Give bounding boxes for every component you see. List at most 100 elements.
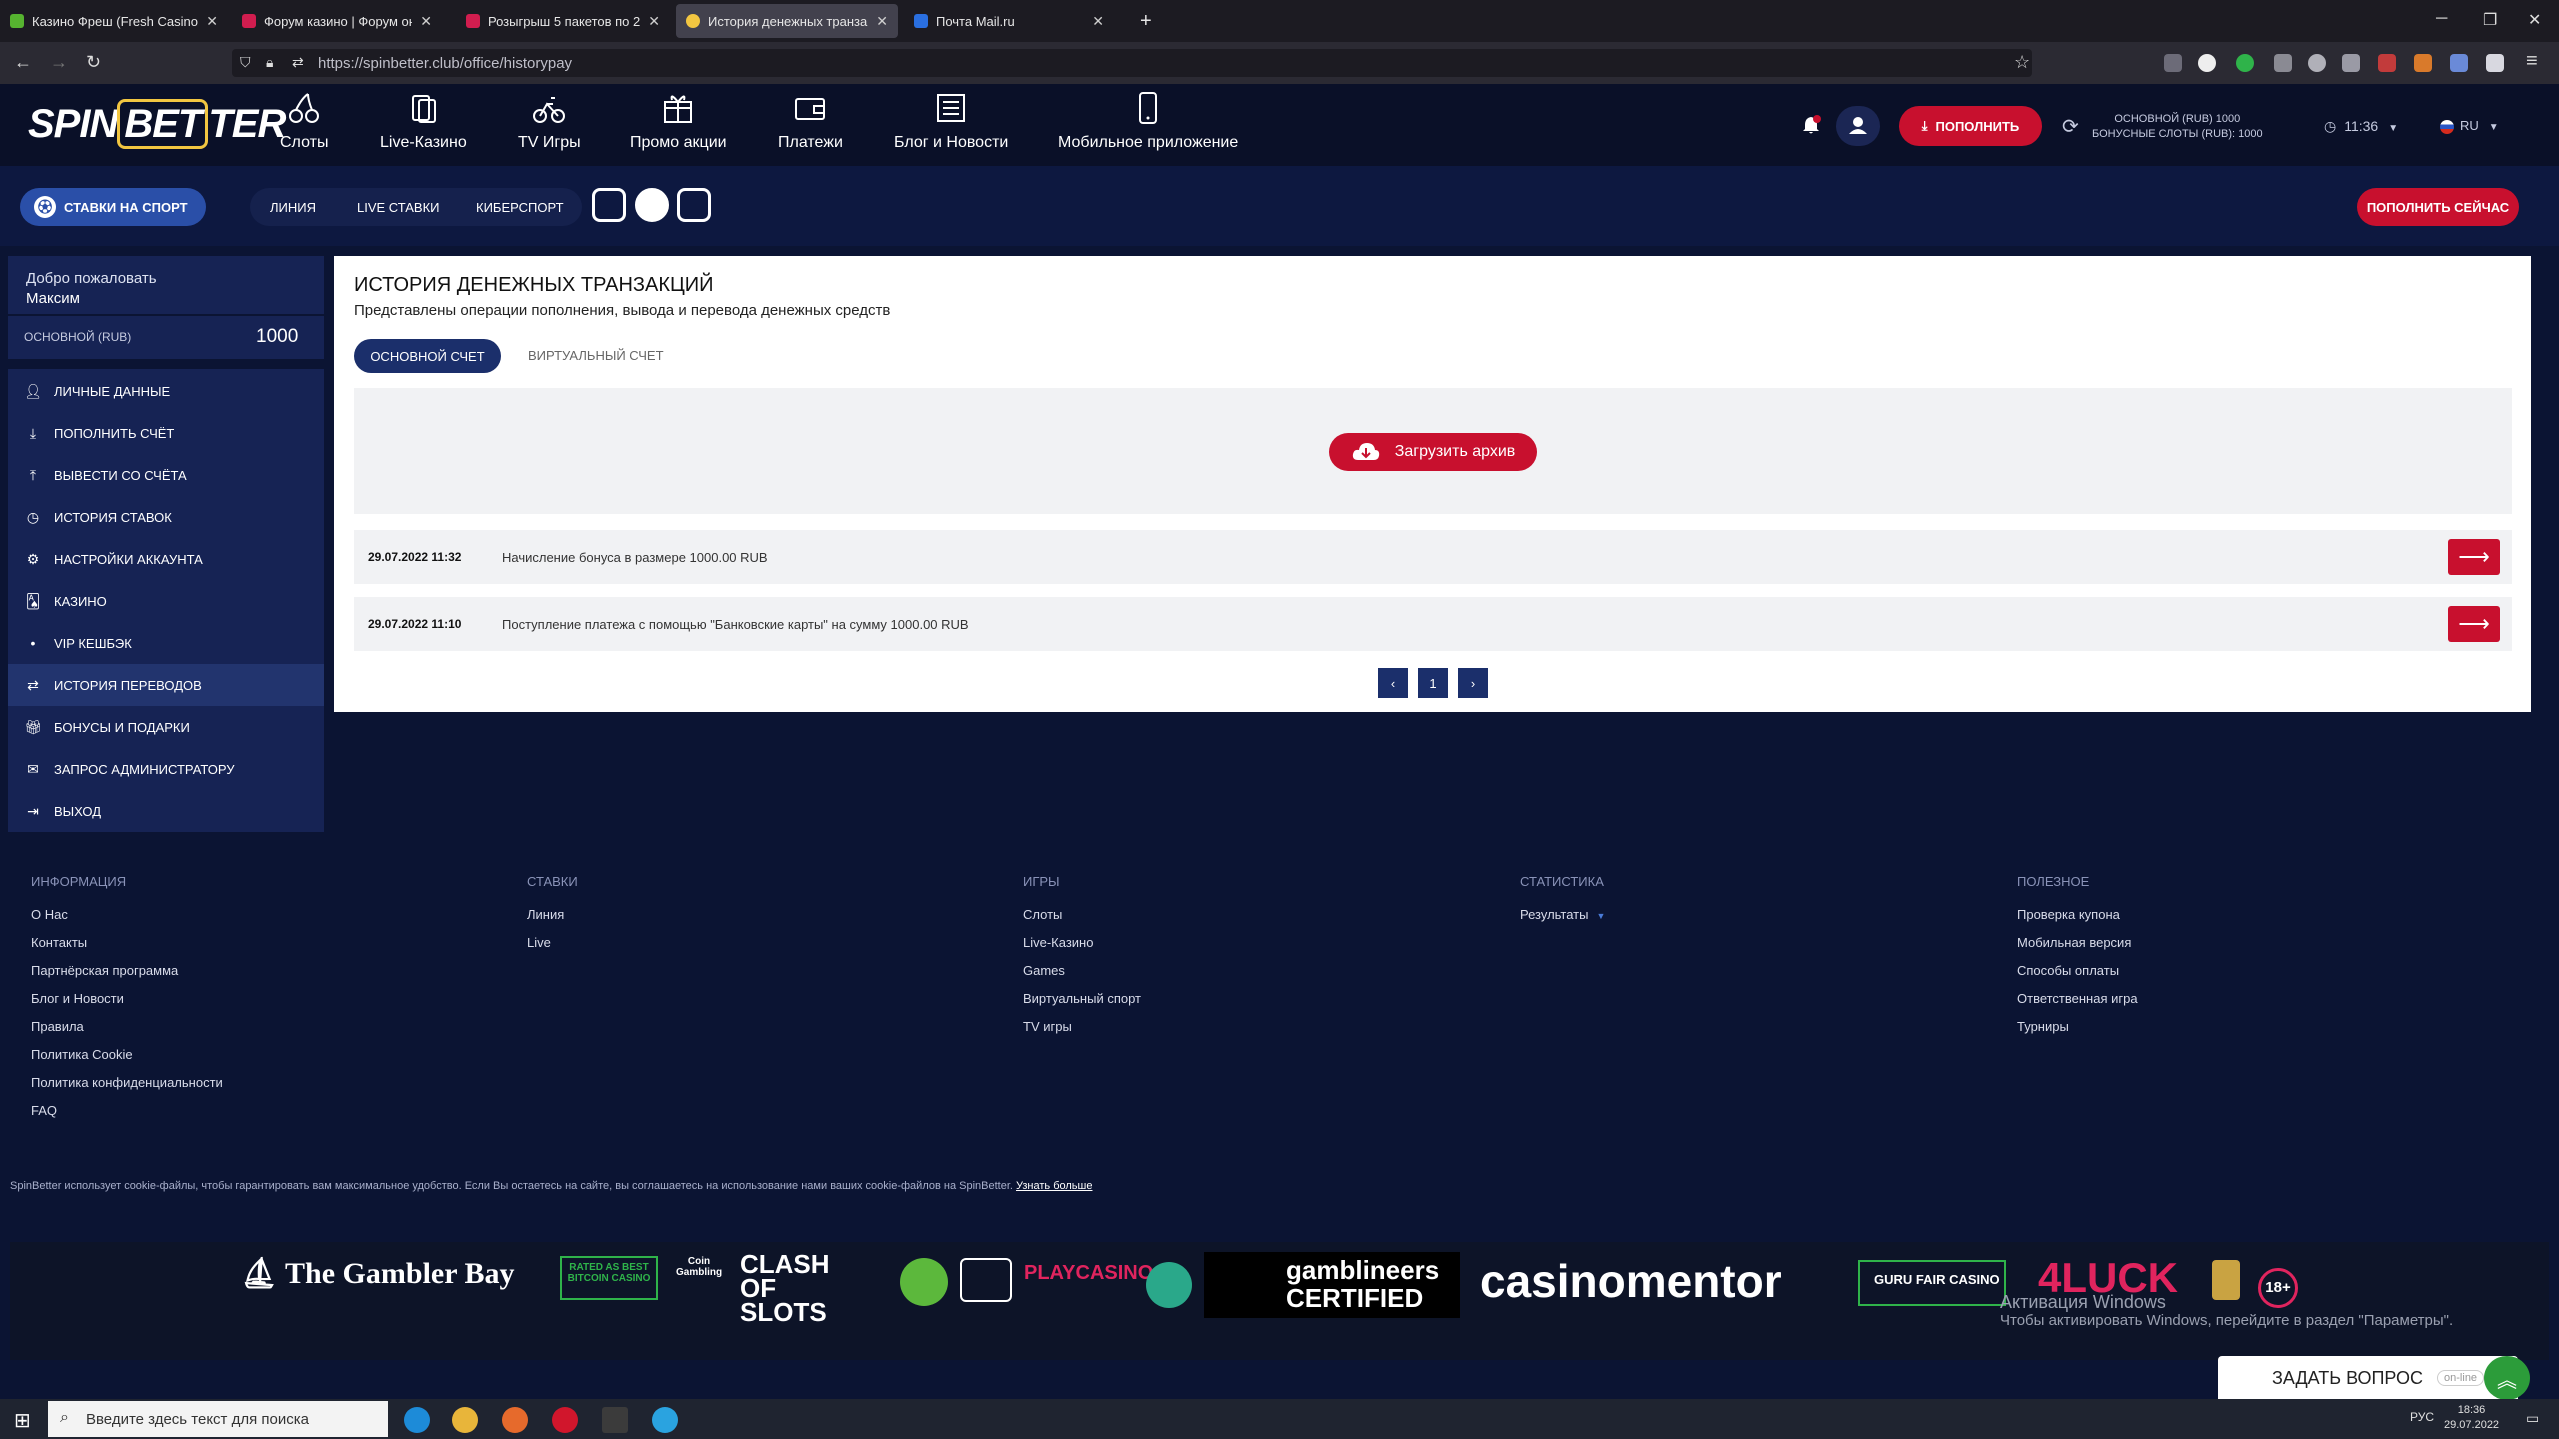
forward-icon[interactable]: → xyxy=(50,52,68,73)
footer-link[interactable]: Live xyxy=(527,935,551,950)
arrow-right-icon[interactable]: ⟶ xyxy=(2448,606,2500,642)
partner-logo-casinomentor[interactable]: casinomentor xyxy=(1480,1254,1782,1308)
chevron-up-icon[interactable]: ︽ xyxy=(2484,1356,2530,1400)
sidebar-item-personal-data[interactable]: 👤︎ ЛИЧНЫЕ ДАННЫЕ xyxy=(8,370,324,412)
partner-logo-casino-guru[interactable]: GURU FAIR CASINO xyxy=(1858,1260,2006,1306)
telegram-icon[interactable] xyxy=(652,1407,678,1433)
browser-tab-active[interactable]: История денежных транзакц ✕ xyxy=(676,4,898,38)
footer-link[interactable]: Слоты xyxy=(1023,907,1062,922)
browser-tab[interactable]: Почта Mail.ru ✕ xyxy=(904,4,1114,38)
close-tab-icon[interactable]: ✕ xyxy=(206,13,218,30)
sidebar-item-vip-cashback[interactable]: • VIP КЕШБЭК xyxy=(8,622,324,664)
pagination-page[interactable]: 1 xyxy=(1418,668,1448,698)
menu-item-slots[interactable]: Слоты xyxy=(280,90,328,152)
partner-logo-playcasino[interactable]: PLAYCASINO xyxy=(1024,1262,1153,1285)
topup-button[interactable]: ⤓ ПОПОЛНИТЬ xyxy=(1899,106,2042,146)
time-display[interactable]: ◷ 11:36 ▼ xyxy=(2324,118,2398,135)
extension-icon[interactable] xyxy=(2308,54,2326,72)
shield-extension-icon[interactable] xyxy=(2486,54,2504,72)
maximize-icon[interactable]: ❐ xyxy=(2483,10,2497,30)
notifications-icon[interactable]: ▭ xyxy=(2526,1410,2539,1427)
link-live-bets[interactable]: LIVE СТАВКИ xyxy=(357,200,440,215)
extension-icon[interactable] xyxy=(2450,54,2468,72)
age-restriction-badge[interactable]: 18+ xyxy=(2258,1268,2298,1308)
sidebar-item-withdraw[interactable]: ⤒ ВЫВЕСТИ СО СЧЁТА xyxy=(8,454,324,496)
refresh-balance-icon[interactable]: ⟳ xyxy=(2062,114,2079,139)
menu-item-blog[interactable]: Блог и Новости xyxy=(894,90,1008,152)
permissions-icon[interactable]: ⇄ xyxy=(292,54,304,71)
footer-link[interactable]: Мобильная версия xyxy=(2017,935,2131,950)
browser-tab[interactable]: Форум казино | Форум онлайн ✕ xyxy=(232,4,442,38)
extension-icon[interactable] xyxy=(2236,54,2254,72)
footer-link[interactable]: Партнёрская программа xyxy=(31,963,178,978)
reload-icon[interactable]: ↻ xyxy=(86,52,101,73)
url-text[interactable]: https://spinbetter.club/office/historypa… xyxy=(318,55,572,72)
bell-icon[interactable] xyxy=(1800,114,1822,136)
extension-icon[interactable] xyxy=(2378,54,2396,72)
menu-item-payments[interactable]: Платежи xyxy=(778,90,843,152)
footer-link[interactable]: Блог и Новости xyxy=(31,991,124,1006)
partner-logo-best-bitcoin[interactable]: RATED AS BEST BITCOIN CASINO xyxy=(560,1256,658,1300)
extension-icon[interactable] xyxy=(2198,54,2216,72)
partner-badge-icon[interactable] xyxy=(900,1258,948,1306)
instagram-icon[interactable] xyxy=(592,188,626,222)
partner-badge-icon[interactable] xyxy=(1146,1262,1192,1308)
back-icon[interactable]: ← xyxy=(14,52,32,73)
footer-link[interactable]: О Нас xyxy=(31,907,68,922)
close-tab-icon[interactable]: ✕ xyxy=(648,13,660,30)
taskbar-search[interactable]: ⌕ Введите здесь текст для поиска xyxy=(48,1401,388,1437)
footer-link[interactable]: TV игры xyxy=(1023,1019,1072,1034)
pagination-prev[interactable]: ‹ xyxy=(1378,668,1408,698)
footer-link[interactable]: Правила xyxy=(31,1019,84,1034)
coat-of-arms-icon[interactable] xyxy=(2212,1260,2240,1300)
menu-icon[interactable]: ≡ xyxy=(2526,50,2538,73)
menu-item-promo[interactable]: Промо акции xyxy=(630,90,727,152)
site-logo[interactable]: SPIN BET TER xyxy=(28,99,286,149)
firefox-icon[interactable] xyxy=(502,1407,528,1433)
cookie-learn-more-link[interactable]: Узнать больше xyxy=(1016,1180,1092,1192)
footer-link[interactable]: Games xyxy=(1023,963,1065,978)
chat-icon[interactable] xyxy=(677,188,711,222)
sidebar-item-casino[interactable]: 🂡 КАЗИНО xyxy=(8,580,324,622)
windows-start-icon[interactable]: ⊞ xyxy=(14,1408,31,1433)
pocket-icon[interactable] xyxy=(2164,54,2182,72)
footer-link[interactable]: FAQ xyxy=(31,1103,57,1118)
tab-virtual-account[interactable]: ВИРТУАЛЬНЫЙ СЧЕТ xyxy=(528,348,664,363)
footer-link[interactable]: Виртуальный спорт xyxy=(1023,991,1141,1006)
extension-icon[interactable] xyxy=(2414,54,2432,72)
footer-link[interactable]: Проверка купона xyxy=(2017,907,2120,922)
pay-now-button[interactable]: ПОПОЛНИТЬ СЕЙЧАС xyxy=(2357,188,2519,226)
sidebar-item-bet-history[interactable]: ◷ ИСТОРИЯ СТАВОК xyxy=(8,496,324,538)
sports-betting-button[interactable]: ⚽︎ СТАВКИ НА СПОРТ xyxy=(20,188,206,226)
shield-icon[interactable]: ⛉ xyxy=(240,54,251,71)
close-tab-icon[interactable]: ✕ xyxy=(420,13,432,30)
chrome-icon[interactable] xyxy=(452,1407,478,1433)
link-esports[interactable]: КИБЕРСПОРТ xyxy=(476,200,564,215)
close-tab-icon[interactable]: ✕ xyxy=(876,13,888,30)
footer-link[interactable]: Ответственная игра xyxy=(2017,991,2138,1006)
footer-link[interactable]: Контакты xyxy=(31,935,87,950)
close-tab-icon[interactable]: ✕ xyxy=(1092,13,1104,30)
keyboard-language[interactable]: РУС xyxy=(2410,1410,2434,1424)
footer-link[interactable]: Политика конфиденциальности xyxy=(31,1075,223,1090)
footer-link[interactable]: Способы оплаты xyxy=(2017,963,2119,978)
edge-icon[interactable] xyxy=(404,1407,430,1433)
opera-icon[interactable] xyxy=(552,1407,578,1433)
menu-item-live-casino[interactable]: Live-Казино xyxy=(380,90,467,152)
footer-link[interactable]: Линия xyxy=(527,907,564,922)
arrow-right-icon[interactable]: ⟶ xyxy=(2448,539,2500,575)
download-archive-button[interactable]: Загрузить архив xyxy=(1329,433,1537,471)
bookmark-star-icon[interactable]: ☆ xyxy=(2014,52,2030,73)
telegram-icon[interactable] xyxy=(635,188,669,222)
new-tab-button[interactable]: + xyxy=(1130,4,1160,38)
lock-icon[interactable]: 🔒︎ xyxy=(266,54,273,71)
epic-games-icon[interactable] xyxy=(602,1407,628,1433)
menu-item-mobile-app[interactable]: Мобильное приложение xyxy=(1058,90,1238,152)
browser-tab[interactable]: Казино Фреш (Fresh Casino) - о ✕ xyxy=(0,4,228,38)
sidebar-item-account-settings[interactable]: ⚙︎ НАСТРОЙКИ АККАУНТА xyxy=(8,538,324,580)
partner-badge-777-icon[interactable] xyxy=(960,1258,1012,1302)
partner-logo-clash-of-slots[interactable]: CLASH OF SLOTS xyxy=(740,1251,850,1325)
link-line[interactable]: ЛИНИЯ xyxy=(270,200,316,215)
footer-link[interactable]: Турниры xyxy=(2017,1019,2069,1034)
footer-link-results[interactable]: Результаты ▼ xyxy=(1520,907,1605,922)
